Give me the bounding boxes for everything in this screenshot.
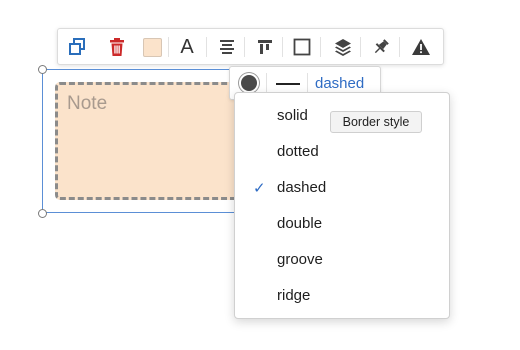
layers-icon <box>335 39 351 56</box>
border-icon <box>293 38 311 56</box>
delete-icon <box>110 38 124 56</box>
pin-icon <box>374 39 389 54</box>
text-icon: A <box>180 35 194 58</box>
text-format-button[interactable]: A <box>175 35 199 59</box>
duplicate-icon <box>69 38 85 55</box>
text-align-button[interactable] <box>215 35 239 59</box>
menu-item-label: ridge <box>277 287 311 304</box>
fill-color-button[interactable] <box>140 35 164 59</box>
resize-handle-bottom-left[interactable] <box>38 209 47 218</box>
menu-item-double[interactable]: double <box>235 207 449 241</box>
border-width-picker[interactable] <box>276 83 300 85</box>
fill-color-swatch <box>142 37 162 57</box>
checkmark-icon: ✓ <box>253 180 266 197</box>
menu-item-label: dotted <box>277 143 319 160</box>
resize-handle-top-left[interactable] <box>38 65 47 74</box>
duplicate-button[interactable] <box>65 35 89 59</box>
menu-item-dotted[interactable]: dotted <box>235 135 449 169</box>
tooltip: Border style <box>330 111 422 133</box>
delete-button[interactable] <box>105 35 129 59</box>
note-shape[interactable]: Note <box>55 82 245 200</box>
warning-icon <box>412 39 430 55</box>
vertical-align-button[interactable] <box>253 35 277 59</box>
align-center-icon <box>220 40 234 54</box>
menu-item-dashed[interactable]: ✓ dashed <box>235 171 449 205</box>
border-style-dropdown[interactable]: dashed <box>315 75 364 92</box>
menu-item-ridge[interactable]: ridge <box>235 279 449 313</box>
layers-button[interactable] <box>331 35 355 59</box>
border-color-picker[interactable] <box>241 75 257 91</box>
note-text[interactable]: Note <box>67 93 107 115</box>
menu-item-label: groove <box>277 251 323 268</box>
menu-item-groove[interactable]: groove <box>235 243 449 277</box>
menu-item-label: dashed <box>277 179 327 196</box>
menu-item-label: double <box>277 215 323 232</box>
warning-button[interactable] <box>409 35 433 59</box>
pin-button[interactable] <box>369 35 393 59</box>
shape-toolbar: A <box>57 28 444 65</box>
border-button[interactable] <box>290 35 314 59</box>
align-top-icon <box>258 40 272 54</box>
menu-item-label: solid <box>277 107 308 124</box>
